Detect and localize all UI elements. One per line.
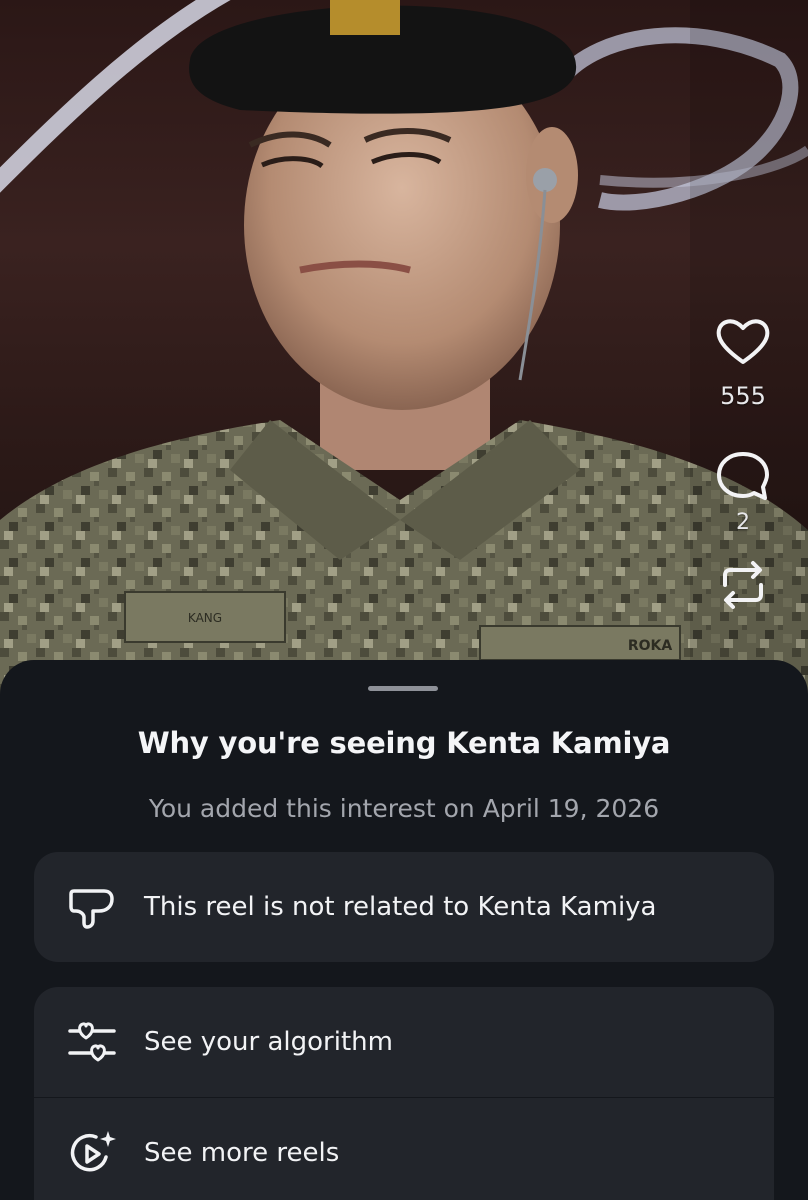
like-count: 555 (720, 382, 766, 410)
sheet-title: Why you're seeing Kenta Kamiya (137, 726, 671, 760)
comment-count: 2 (736, 510, 750, 535)
reels-sparkle-icon (70, 1131, 116, 1172)
algorithm-sliders-icon (68, 1022, 116, 1062)
reels-screen: KANG ROKA 555 2 Why you're seeing Kenta … (0, 0, 808, 1200)
not-related-option[interactable]: This reel is not related to Kenta Kamiya (34, 852, 774, 962)
see-algorithm-option[interactable]: See your algorithm (34, 987, 774, 1097)
reel-video[interactable]: KANG ROKA (0, 0, 808, 700)
repost-icon (723, 561, 763, 609)
comment-button[interactable]: 2 (713, 446, 773, 555)
reel-action-rail: 555 2 (708, 312, 778, 615)
comment-icon (717, 452, 769, 500)
why-seeing-bottom-sheet: Why you're seeing Kenta Kamiya You added… (0, 660, 808, 1200)
see-more-reels-option-label: See more reels (144, 1138, 340, 1168)
sheet-drag-handle[interactable] (368, 686, 438, 691)
name-patch-text: KANG (188, 611, 222, 625)
see-algorithm-option-label: See your algorithm (144, 1027, 393, 1057)
repost-button[interactable] (713, 555, 773, 615)
heart-icon (716, 319, 770, 364)
unit-patch-text: ROKA (628, 638, 673, 654)
like-button[interactable]: 555 (713, 312, 773, 446)
sheet-subtitle: You added this interest on April 19, 202… (148, 794, 660, 823)
reel-video-frame: KANG ROKA (0, 0, 808, 700)
not-related-option-label: This reel is not related to Kenta Kamiya (144, 892, 657, 922)
see-more-reels-option[interactable]: See more reels (34, 1098, 774, 1200)
thumbs-down-icon (69, 889, 114, 929)
